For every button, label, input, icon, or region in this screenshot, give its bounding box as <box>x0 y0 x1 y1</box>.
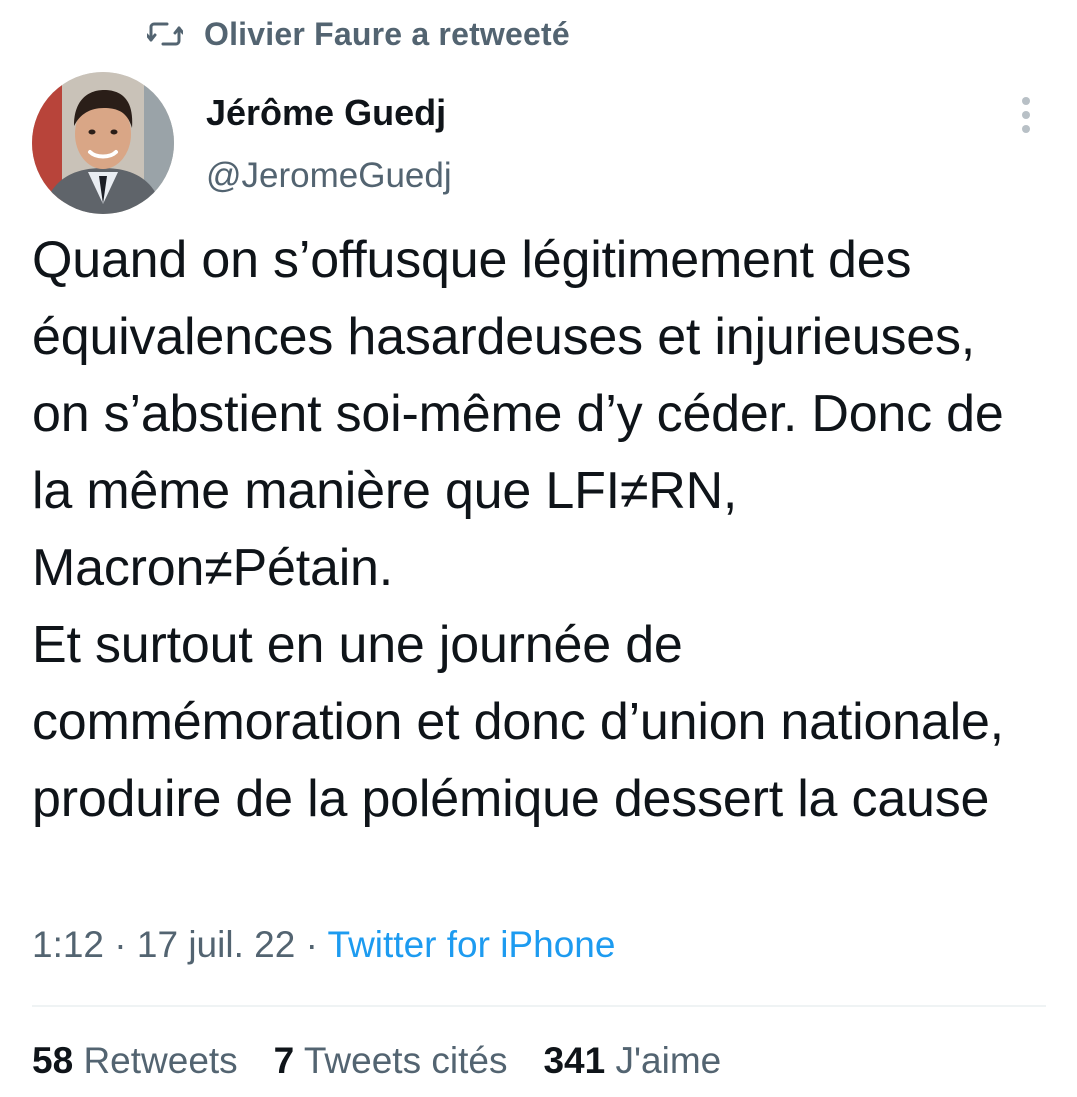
author-handle[interactable]: @JeromeGuedj <box>206 156 452 196</box>
more-options-button[interactable] <box>1008 92 1044 138</box>
quote-tweets-label: Tweets cités <box>303 1040 508 1081</box>
tweet-stats: 58 Retweets 7 Tweets cités 341 J'aime <box>32 1040 721 1082</box>
avatar[interactable] <box>32 72 174 214</box>
likes-count: 341 <box>543 1040 606 1081</box>
meta-separator: · <box>104 924 137 965</box>
meta-separator: · <box>295 924 328 965</box>
tweet-time[interactable]: 1:12 <box>32 924 104 965</box>
tweet-source-link[interactable]: Twitter for iPhone <box>328 924 616 965</box>
more-vertical-icon <box>1022 97 1030 133</box>
retweets-count: 58 <box>32 1040 74 1081</box>
tweet-text: Quand on s’offusque légitimement des équ… <box>32 231 1004 828</box>
retweets-label: Retweets <box>83 1040 238 1081</box>
tweet-date[interactable]: 17 juil. 22 <box>137 924 295 965</box>
retweet-banner[interactable]: Olivier Faure a retweeté <box>146 12 570 56</box>
retweets-stat[interactable]: 58 Retweets <box>32 1040 238 1082</box>
avatar-photo <box>32 72 174 214</box>
divider <box>32 1005 1046 1007</box>
quote-tweets-stat[interactable]: 7 Tweets cités <box>274 1040 508 1082</box>
tweet-meta: 1:12 · 17 juil. 22 · Twitter for iPhone <box>32 924 615 966</box>
retweet-icon <box>146 19 184 49</box>
retweet-banner-text: Olivier Faure a retweeté <box>204 15 570 52</box>
likes-label: J'aime <box>615 1040 722 1081</box>
author-display-name[interactable]: Jérôme Guedj <box>206 92 446 134</box>
quote-tweets-count: 7 <box>273 1040 295 1081</box>
likes-stat[interactable]: 341 J'aime <box>543 1040 721 1082</box>
